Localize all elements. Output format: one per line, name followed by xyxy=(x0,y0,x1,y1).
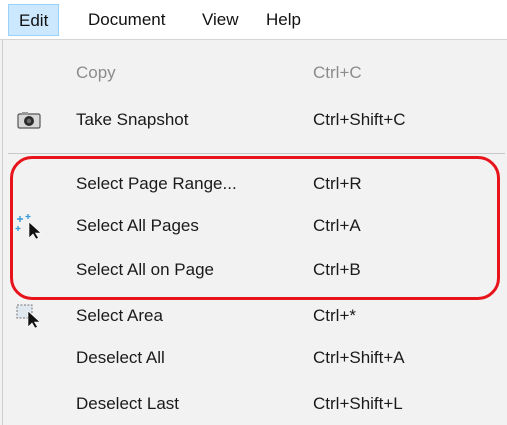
menu-item-shortcut: Ctrl+Shift+C xyxy=(313,110,406,129)
menu-item-copy[interactable]: Copy Ctrl+C xyxy=(0,55,507,91)
select-area-icon xyxy=(14,303,44,329)
menu-separator xyxy=(8,153,505,154)
menu-item-select-area[interactable]: Select Area Ctrl+* xyxy=(0,298,507,334)
select-all-pages-icon xyxy=(14,213,44,240)
menu-item-shortcut: Ctrl+C xyxy=(313,63,362,82)
menu-item-label: Select Area xyxy=(76,306,163,325)
menu-bar: Edit Document View Help xyxy=(0,0,507,40)
menu-item-take-snapshot[interactable]: Take Snapshot Ctrl+Shift+C xyxy=(0,102,507,138)
camera-icon xyxy=(14,107,44,133)
menu-item-select-all-on-page[interactable]: Select All on Page Ctrl+B xyxy=(0,252,507,288)
menu-view[interactable]: View xyxy=(192,4,249,36)
menu-item-label: Deselect Last xyxy=(76,394,179,413)
menu-item-select-all-pages[interactable]: Select All Pages Ctrl+A xyxy=(0,208,507,244)
menu-item-shortcut: Ctrl+Shift+A xyxy=(313,348,405,367)
menu-item-shortcut: Ctrl+* xyxy=(313,306,356,325)
menu-item-deselect-last[interactable]: Deselect Last Ctrl+Shift+L xyxy=(0,386,507,422)
menu-item-label: Select Page Range... xyxy=(76,174,237,193)
menu-item-label: Select All Pages xyxy=(76,216,199,235)
menu-item-shortcut: Ctrl+B xyxy=(313,260,361,279)
edit-menu-dropdown: Copy Ctrl+C Take Snapshot Ctrl+Shift+C S… xyxy=(0,40,507,425)
menu-item-label: Copy xyxy=(76,63,116,82)
menu-help[interactable]: Help xyxy=(256,4,311,36)
menu-item-label: Take Snapshot xyxy=(76,110,189,129)
menu-item-label: Select All on Page xyxy=(76,260,214,279)
menu-item-shortcut: Ctrl+Shift+L xyxy=(313,394,403,413)
menu-edit[interactable]: Edit xyxy=(8,4,60,36)
menu-item-select-page-range[interactable]: Select Page Range... Ctrl+R xyxy=(0,166,507,202)
menu-item-shortcut: Ctrl+R xyxy=(313,174,362,193)
menu-item-shortcut: Ctrl+A xyxy=(313,216,361,235)
menu-item-label: Deselect All xyxy=(76,348,165,367)
menu-item-deselect-all[interactable]: Deselect All Ctrl+Shift+A xyxy=(0,340,507,376)
menu-document[interactable]: Document xyxy=(78,4,175,36)
